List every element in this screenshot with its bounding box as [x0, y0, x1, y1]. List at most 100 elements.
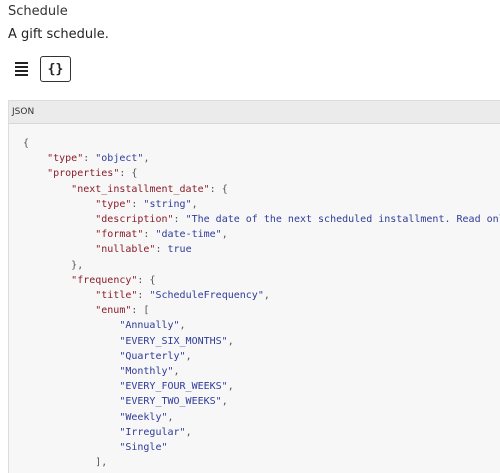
json-punct: ,: [221, 396, 228, 408]
json-key: "enum": [95, 305, 132, 317]
json-value: "object": [95, 153, 144, 165]
json-punct: [23, 244, 95, 255]
json-value: "EVERY_FOUR_WEEKS": [119, 381, 228, 393]
json-key: "title": [95, 290, 138, 302]
json-value: "Quarterly": [119, 350, 186, 362]
code-line: "next_installment_date": {: [23, 182, 500, 197]
json-punct: [23, 229, 95, 240]
json-key: "type": [95, 198, 132, 210]
json-punct: [23, 260, 71, 271]
json-punct: :: [83, 153, 96, 165]
json-punct: ,: [227, 381, 234, 393]
json-punct: ,: [185, 426, 192, 438]
json-punct: [23, 442, 119, 453]
json-value: "Annually": [119, 320, 180, 332]
json-value: "Monthly": [119, 366, 174, 378]
json-value: "ScheduleFrequency": [149, 290, 264, 302]
json-punct: [23, 412, 119, 423]
json-punct: :: [155, 244, 168, 256]
code-line: "EVERY_FOUR_WEEKS",: [23, 379, 500, 394]
json-punct: [23, 199, 95, 210]
json-punct: [23, 290, 95, 301]
json-punct: ,: [179, 320, 186, 332]
json-punct: [23, 168, 47, 179]
json-punct: ,: [263, 290, 270, 302]
json-punct: ,: [191, 198, 198, 210]
json-value: true: [167, 244, 192, 256]
json-value: "date-time": [155, 229, 222, 241]
json-punct: [23, 427, 119, 438]
json-view-button[interactable]: {}: [40, 56, 71, 82]
code-line: "title": "ScheduleFrequency",: [23, 288, 500, 303]
code-line: ],: [23, 455, 500, 470]
code-line: },: [23, 258, 500, 273]
json-punct: ,: [185, 350, 192, 362]
code-line: "format": "date-time",: [23, 227, 500, 242]
list-lines-icon: [14, 62, 28, 76]
code-line: "Monthly",: [23, 364, 500, 379]
code-line: "Single": [23, 440, 500, 455]
json-key: "type": [47, 153, 84, 165]
code-line: "frequency": {: [23, 273, 500, 288]
json-punct: [23, 153, 47, 164]
json-punct: {: [23, 138, 30, 149]
json-value: "Weekly": [119, 411, 168, 423]
json-punct: [23, 320, 119, 331]
json-panel-header: JSON: [9, 101, 500, 124]
code-line: {: [23, 136, 500, 151]
json-value: "EVERY_SIX_MONTHS": [119, 335, 228, 347]
json-key: "frequency": [71, 274, 138, 286]
json-punct: [23, 305, 95, 316]
json-punct: ,: [143, 153, 150, 165]
json-punct: :: [173, 214, 186, 226]
json-punct: },: [71, 259, 84, 271]
json-key: "properties": [47, 168, 120, 180]
list-view-button[interactable]: [8, 56, 34, 82]
code-line: "EVERY_TWO_WEEKS",: [23, 394, 500, 409]
json-punct: [23, 184, 71, 195]
json-punct: ,: [173, 366, 180, 378]
json-punct: [23, 381, 119, 392]
json-code-block: { "type": "object", "properties": { "nex…: [9, 124, 500, 470]
code-line: "Annually",: [23, 318, 500, 333]
code-line: "Quarterly",: [23, 349, 500, 364]
json-key: "format": [95, 229, 144, 241]
json-punct: :: [131, 198, 144, 210]
page-title: Schedule: [8, 4, 68, 19]
code-line: "nullable": true: [23, 242, 500, 257]
json-punct: :: [143, 229, 156, 241]
json-punct: : {: [209, 183, 228, 195]
code-line: "enum": [: [23, 303, 500, 318]
json-punct: ],: [95, 457, 108, 469]
json-key: "next_installment_date": [71, 183, 210, 195]
view-toolbar: {}: [8, 56, 71, 82]
json-punct: :: [137, 290, 150, 302]
json-punct: ,: [227, 335, 234, 347]
json-value: "The date of the next scheduled installm…: [185, 214, 500, 226]
json-punct: : {: [137, 274, 156, 286]
json-punct: [23, 214, 95, 225]
code-line: "type": "string",: [23, 197, 500, 212]
json-value: "string": [143, 198, 192, 210]
json-value: "Irregular": [119, 426, 186, 438]
code-line: "type": "object",: [23, 151, 500, 166]
code-line: "Irregular",: [23, 425, 500, 440]
code-line: "Weekly",: [23, 410, 500, 425]
json-punct: [23, 366, 119, 377]
json-panel: JSON { "type": "object", "properties": {…: [8, 100, 500, 473]
json-punct: [23, 275, 71, 286]
json-punct: : {: [119, 168, 138, 180]
code-line: "properties": {: [23, 166, 500, 181]
json-key: "nullable": [95, 244, 156, 256]
code-line: "description": "The date of the next sch…: [23, 212, 500, 227]
json-value: "EVERY_TWO_WEEKS": [119, 396, 222, 408]
json-punct: [23, 457, 95, 468]
page-description: A gift schedule.: [8, 27, 109, 42]
code-line: "EVERY_SIX_MONTHS",: [23, 334, 500, 349]
json-punct: [23, 336, 119, 347]
json-punct: [23, 351, 119, 362]
json-key: "description": [95, 214, 174, 226]
json-value: "Single": [119, 442, 168, 454]
json-punct: ,: [167, 411, 174, 423]
json-punct: [23, 396, 119, 407]
